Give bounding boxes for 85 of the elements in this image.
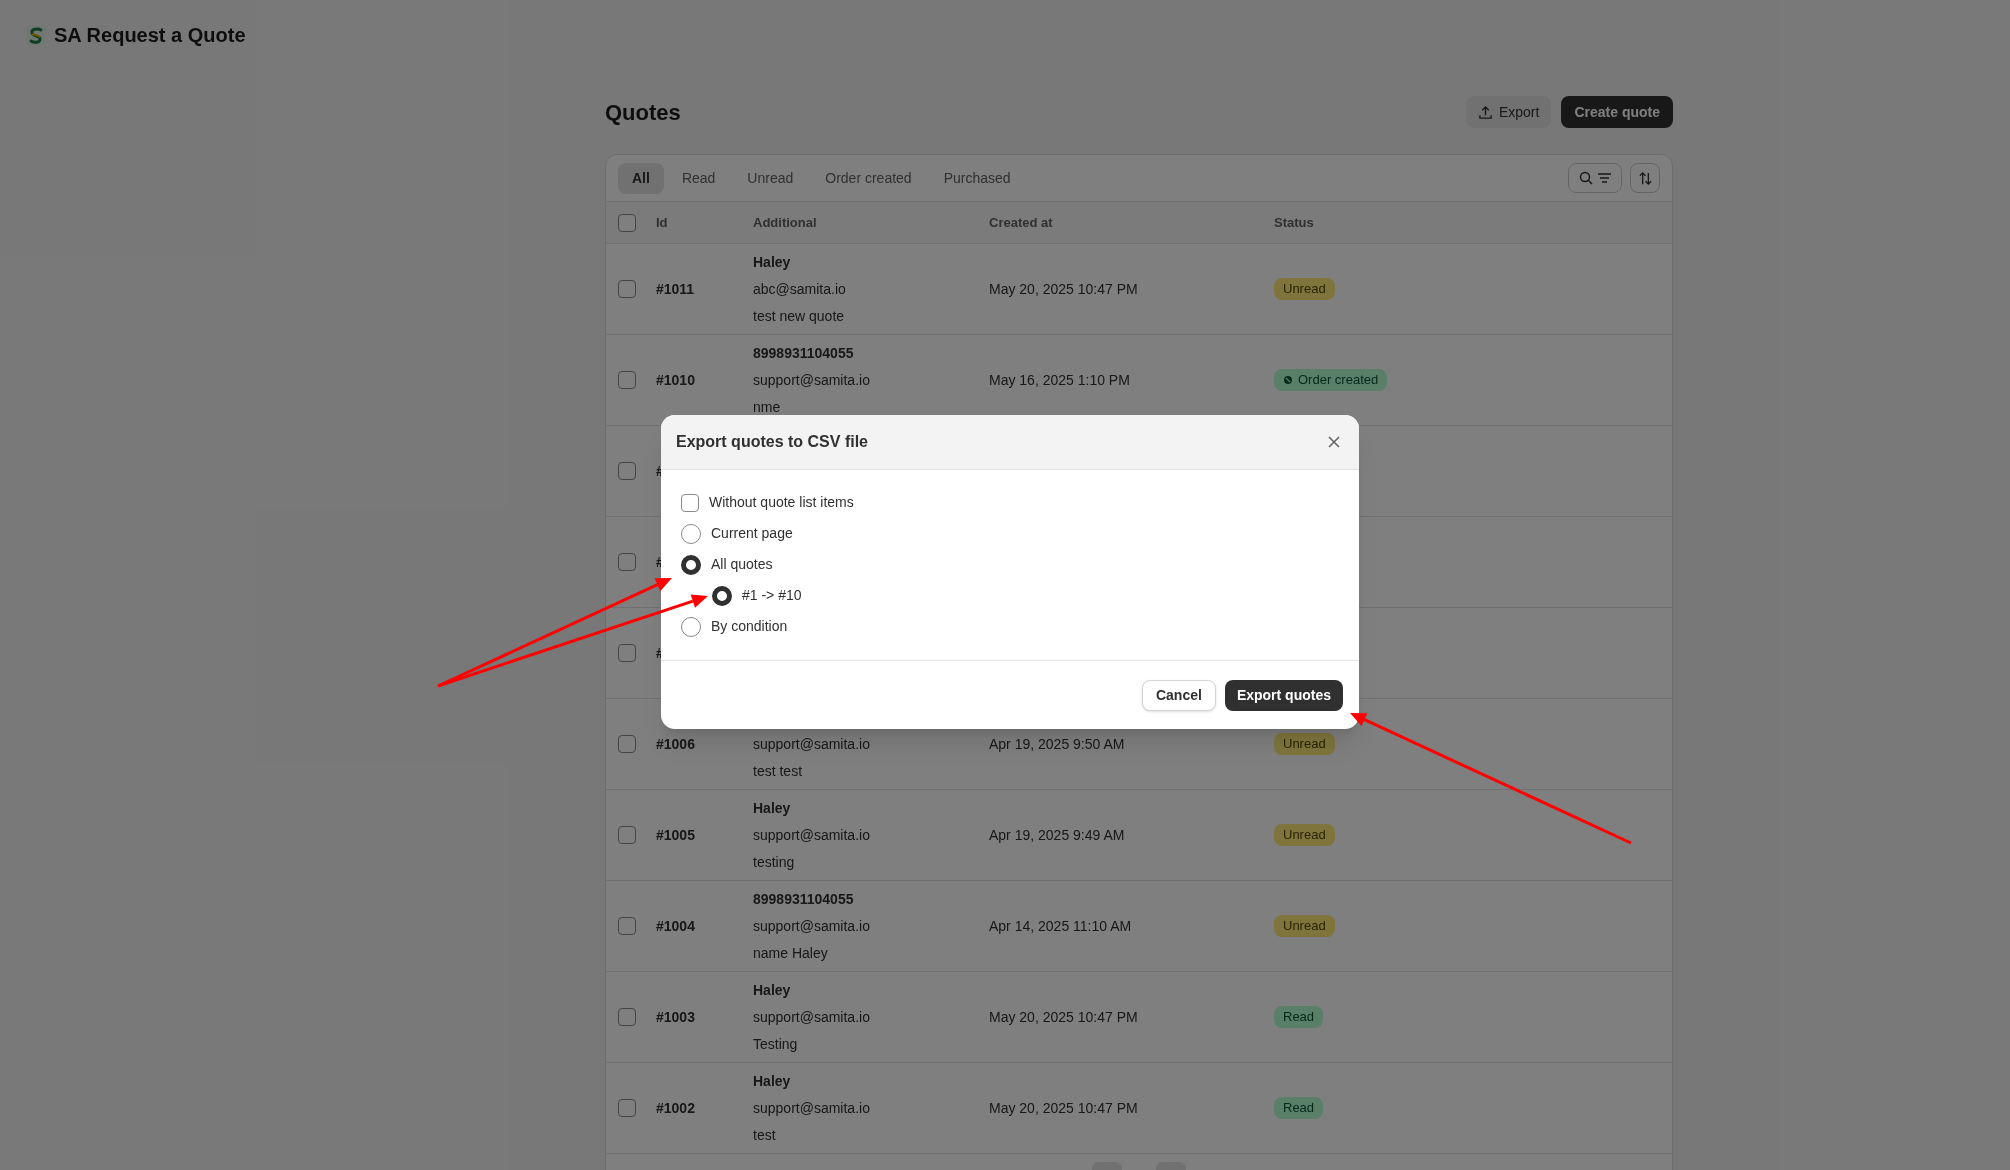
column-header: Id (656, 213, 669, 232)
customer-name: Haley (753, 980, 792, 1000)
customer-email: abc@samita.io (753, 279, 847, 299)
quote-id[interactable]: #1010 (656, 369, 753, 391)
export-quotes-button[interactable]: Export quotes (1224, 679, 1343, 711)
customer-email: support@samita.io (753, 734, 871, 754)
page-title: Quotes (605, 98, 681, 127)
status-badge: Order created (1274, 369, 1388, 391)
quote-note: testing (753, 852, 796, 872)
quote-note: name Haley (753, 943, 829, 963)
customer-email: support@samita.io (753, 825, 871, 845)
filter-tab[interactable]: Read (667, 162, 730, 194)
customer-name: Haley (753, 798, 792, 818)
checkbox[interactable] (618, 917, 636, 935)
customer-email: support@samita.io (753, 1007, 871, 1027)
quote-id[interactable]: #1003 (656, 1006, 753, 1028)
checkbox[interactable] (618, 553, 636, 571)
option-label: By condition (711, 617, 788, 636)
checkbox[interactable] (618, 462, 636, 480)
create-quote-button[interactable]: Create quote (1561, 96, 1673, 128)
option-label: #1 -> #10 (742, 586, 802, 605)
customer-email: support@samita.io (753, 1098, 871, 1118)
cancel-button[interactable]: Cancel (1141, 679, 1216, 711)
column-header: Created at (989, 213, 1054, 232)
quote-id[interactable]: #1004 (656, 915, 753, 937)
search-filter-icon (1578, 170, 1612, 186)
filter-tab[interactable]: Unread (733, 162, 808, 194)
app-title: SA Request a Quote (54, 23, 246, 48)
quote-note: test (753, 1125, 777, 1145)
app-logo-icon (26, 25, 46, 45)
quote-id[interactable]: #1005 (656, 824, 753, 846)
created-date: May 16, 2025 1:10 PM (989, 370, 1131, 390)
quote-id[interactable]: #1011 (656, 278, 753, 300)
quote-note: Testing (753, 1034, 799, 1054)
checkbox[interactable] (618, 1008, 636, 1026)
status-badge: Read (1274, 1097, 1324, 1119)
status-badge: Unread (1274, 915, 1335, 937)
customer-email: support@samita.io (753, 370, 871, 390)
column-header: Status (1274, 213, 1315, 232)
created-date: Apr 14, 2025 11:10 AM (989, 916, 1133, 936)
sort-icon (1637, 170, 1653, 186)
checkbox[interactable] (618, 1099, 636, 1117)
filter-tab[interactable]: All (618, 162, 664, 194)
option-label: Current page (711, 524, 793, 543)
customer-name: Haley (753, 252, 792, 272)
option-label: All quotes (711, 555, 773, 574)
checkbox[interactable] (618, 644, 636, 662)
search-filter-button[interactable] (1568, 163, 1622, 193)
checkbox[interactable] (681, 493, 699, 512)
checkbox[interactable] (618, 371, 636, 389)
filter-tab[interactable]: Order created (811, 162, 926, 194)
created-date: May 20, 2025 10:47 PM (989, 1007, 1139, 1027)
quote-note: nme (753, 397, 782, 417)
checkbox[interactable] (618, 280, 636, 298)
quote-id[interactable]: #1002 (656, 1097, 753, 1119)
quote-note: test test (753, 761, 804, 781)
sort-button[interactable] (1630, 163, 1660, 193)
status-badge: Unread (1274, 733, 1335, 755)
status-icon (1283, 375, 1293, 385)
radio-button[interactable] (681, 523, 701, 544)
option-label: Without quote list items (709, 493, 854, 512)
customer-email: support@samita.io (753, 916, 871, 936)
radio-button[interactable] (712, 585, 732, 606)
dialog-title: Export quotes to CSV file (676, 432, 868, 452)
export-button[interactable]: Export (1465, 96, 1552, 128)
checkbox[interactable] (618, 735, 636, 753)
created-date: Apr 19, 2025 9:49 AM (989, 825, 1126, 845)
status-badge: Read (1274, 1006, 1324, 1028)
quote-id[interactable]: #1006 (656, 733, 753, 755)
checkbox[interactable] (618, 826, 636, 844)
status-badge: Unread (1274, 278, 1335, 300)
customer-name: 8998931104055 (753, 343, 855, 363)
radio-button[interactable] (681, 554, 701, 575)
created-date: Apr 19, 2025 9:50 AM (989, 734, 1126, 754)
checkbox[interactable] (618, 213, 636, 232)
quote-note: test new quote (753, 306, 846, 326)
created-date: May 20, 2025 10:47 PM (989, 1098, 1139, 1118)
customer-name: Haley (753, 1071, 792, 1091)
upload-icon (1477, 104, 1493, 120)
created-date: May 20, 2025 10:47 PM (989, 279, 1139, 299)
radio-button[interactable] (681, 616, 701, 637)
customer-name: 8998931104055 (753, 889, 855, 909)
filter-tab[interactable]: Purchased (929, 162, 1025, 194)
status-badge: Unread (1274, 824, 1335, 846)
column-header: Additional (753, 213, 818, 232)
